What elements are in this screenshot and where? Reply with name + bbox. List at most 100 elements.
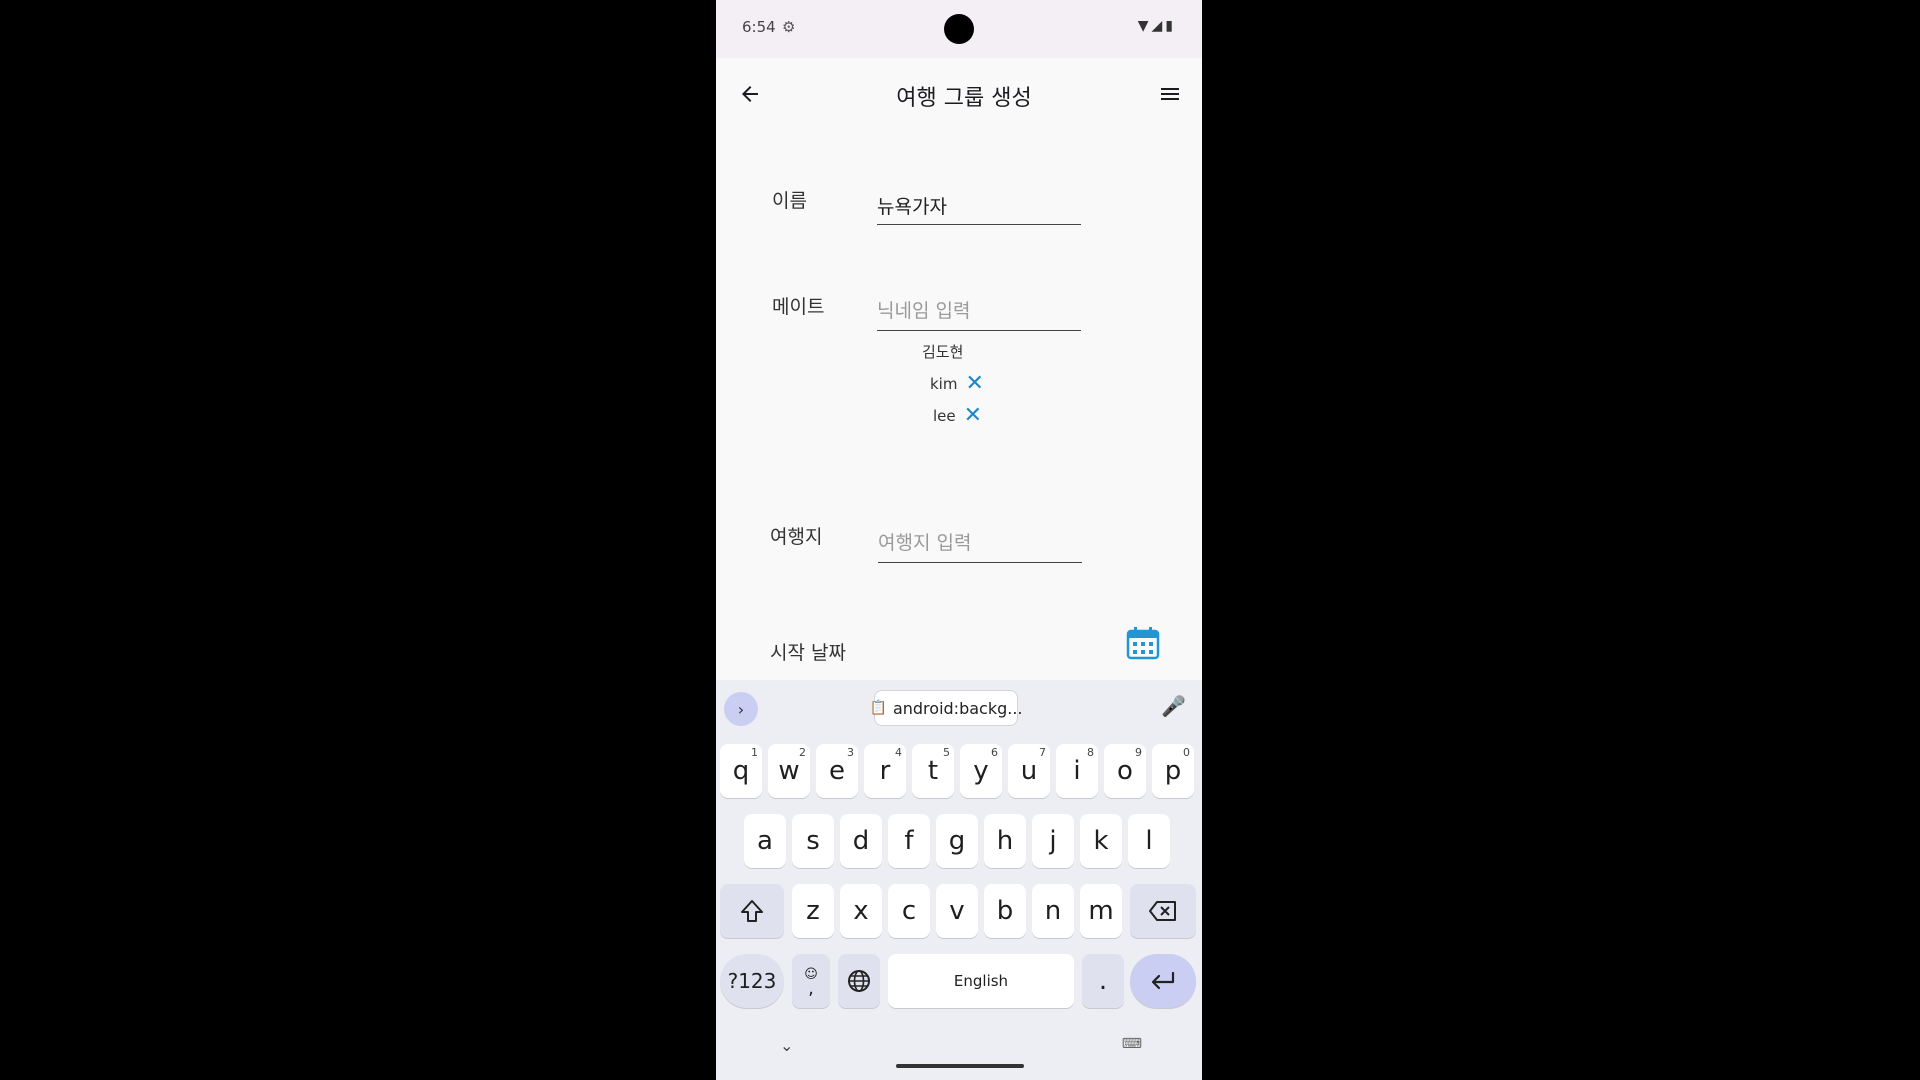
clipboard-suggestion-chip[interactable]: 📋 android:backg... xyxy=(870,690,1023,726)
symbols-key[interactable]: ?123 xyxy=(720,954,784,1008)
key-q[interactable]: q1 xyxy=(720,744,762,798)
key-f[interactable]: f xyxy=(888,814,930,868)
key-o[interactable]: o9 xyxy=(1104,744,1146,798)
key-l[interactable]: l xyxy=(1128,814,1170,868)
key-label: e xyxy=(829,756,845,786)
page-title: 여행 그룹 생성 xyxy=(896,86,1032,111)
key-label: w xyxy=(778,756,800,786)
key-label: q xyxy=(732,756,750,786)
calendar-icon xyxy=(1126,627,1160,660)
key-s[interactable]: s xyxy=(792,814,834,868)
key-j[interactable]: j xyxy=(1032,814,1074,868)
status-bar: 6:54 ⚙ ▼◢▮ xyxy=(716,0,1202,58)
keyboard-switcher-icon[interactable]: ⌨ xyxy=(1122,1036,1142,1052)
key-label: o xyxy=(1117,756,1133,786)
nickname-input[interactable] xyxy=(877,296,1081,326)
status-icons: ▼◢▮ xyxy=(1138,18,1176,34)
mate-item: 김도현 xyxy=(922,341,963,362)
key-hint: 0 xyxy=(1183,746,1190,759)
key-n[interactable]: n xyxy=(1032,884,1074,938)
key-t[interactable]: t5 xyxy=(912,744,954,798)
key-b[interactable]: b xyxy=(984,884,1026,938)
key-label: p xyxy=(1164,756,1182,786)
key-v[interactable]: v xyxy=(936,884,978,938)
microphone-icon[interactable]: 🎤 xyxy=(1161,694,1186,718)
keyboard-toolbar: › 📋 android:backg... 🎤 xyxy=(716,680,1202,736)
mate-name: 김도현 xyxy=(922,343,964,361)
destination-input[interactable] xyxy=(878,528,1082,558)
key-g[interactable]: g xyxy=(936,814,978,868)
status-time: 6:54 xyxy=(742,18,776,36)
soft-keyboard: › 📋 android:backg... 🎤 q1 w2 e3 r4 t5 y6… xyxy=(716,680,1202,1080)
menu-button[interactable] xyxy=(1150,74,1190,114)
settings-status-icon: ⚙ xyxy=(782,18,796,36)
mate-item: lee ✕ xyxy=(933,405,982,427)
wifi-icon: ▼ xyxy=(1137,18,1152,34)
phone-screen: 6:54 ⚙ ▼◢▮ 여행 그룹 생성 이름 메이트 김도현 kim ✕ xyxy=(716,0,1202,1080)
key-label: i xyxy=(1073,756,1081,786)
key-m[interactable]: m xyxy=(1080,884,1122,938)
key-e[interactable]: e3 xyxy=(816,744,858,798)
globe-icon xyxy=(848,970,870,992)
key-a[interactable]: a xyxy=(744,814,786,868)
key-hint: 5 xyxy=(943,746,950,759)
key-hint: 1 xyxy=(751,746,758,759)
key-k[interactable]: k xyxy=(1080,814,1122,868)
start-date-calendar-button[interactable] xyxy=(1126,626,1160,660)
mate-item: kim ✕ xyxy=(930,373,984,395)
name-label: 이름 xyxy=(772,190,807,212)
key-hint: 8 xyxy=(1087,746,1094,759)
start-date-label: 시작 날짜 xyxy=(770,642,846,664)
key-d[interactable]: d xyxy=(840,814,882,868)
key-hint: 2 xyxy=(799,746,806,759)
mate-name: lee xyxy=(933,407,956,425)
navigation-bar: ⌄ ⌨ xyxy=(716,1026,1202,1080)
hide-keyboard-chevron-down-icon[interactable]: ⌄ xyxy=(780,1036,793,1055)
top-app-bar: 여행 그룹 생성 xyxy=(716,58,1202,130)
key-label: t xyxy=(927,756,939,786)
key-u[interactable]: u7 xyxy=(1008,744,1050,798)
key-hint: 9 xyxy=(1135,746,1142,759)
camera-cutout xyxy=(944,14,974,44)
hamburger-menu-icon xyxy=(1161,88,1179,100)
key-z[interactable]: z xyxy=(792,884,834,938)
key-h[interactable]: h xyxy=(984,814,1026,868)
key-label: u xyxy=(1020,756,1038,786)
language-key[interactable] xyxy=(838,954,880,1008)
remove-mate-close-icon[interactable]: ✕ xyxy=(964,405,982,427)
clipboard-icon: 📋 xyxy=(869,700,887,716)
chevron-right-icon[interactable]: › xyxy=(724,692,758,726)
name-field[interactable] xyxy=(877,190,1081,225)
mate-label: 메이트 xyxy=(772,296,825,318)
backspace-key[interactable] xyxy=(1130,884,1196,938)
battery-icon: ▮ xyxy=(1165,18,1176,34)
key-hint: 7 xyxy=(1039,746,1046,759)
name-input[interactable] xyxy=(877,190,1081,220)
home-gesture-bar[interactable] xyxy=(896,1064,1024,1068)
destination-label: 여행지 xyxy=(770,526,823,548)
mate-field[interactable] xyxy=(877,296,1081,331)
key-y[interactable]: y6 xyxy=(960,744,1002,798)
key-c[interactable]: c xyxy=(888,884,930,938)
enter-key[interactable] xyxy=(1130,954,1196,1008)
space-key[interactable]: English xyxy=(888,954,1074,1008)
destination-field[interactable] xyxy=(878,528,1082,563)
key-p[interactable]: p0 xyxy=(1152,744,1194,798)
key-hint: 4 xyxy=(895,746,902,759)
key-label: y xyxy=(973,756,989,786)
key-i[interactable]: i8 xyxy=(1056,744,1098,798)
comma-label: , xyxy=(808,977,814,999)
backspace-icon xyxy=(1149,901,1176,921)
remove-mate-close-icon[interactable]: ✕ xyxy=(965,373,983,395)
key-label: r xyxy=(879,756,891,786)
key-x[interactable]: x xyxy=(840,884,882,938)
period-key[interactable]: . xyxy=(1082,954,1124,1008)
emoji-comma-key[interactable]: ☺ , xyxy=(792,954,830,1008)
key-w[interactable]: w2 xyxy=(768,744,810,798)
shift-key[interactable] xyxy=(720,884,784,938)
mate-name: kim xyxy=(930,375,958,393)
signal-icon: ◢ xyxy=(1151,18,1166,34)
key-r[interactable]: r4 xyxy=(864,744,906,798)
key-hint: 6 xyxy=(991,746,998,759)
shift-arrow-icon xyxy=(741,900,763,922)
